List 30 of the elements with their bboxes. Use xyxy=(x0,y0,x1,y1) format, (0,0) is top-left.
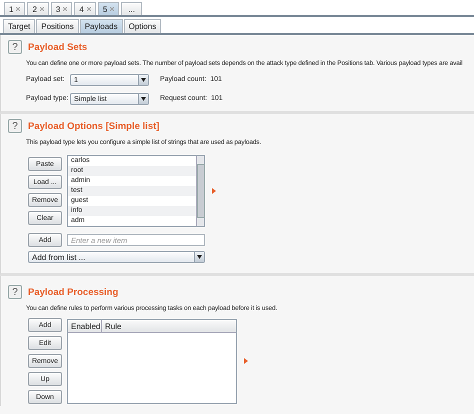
help-button[interactable]: ? xyxy=(8,40,22,54)
attack-tab[interactable]: ... xyxy=(121,2,142,15)
tab[interactable]: Positions xyxy=(36,19,79,33)
attack-tab[interactable]: 3 xyxy=(50,2,72,15)
close-icon[interactable] xyxy=(110,7,114,11)
dropdown-arrow-icon xyxy=(138,74,148,84)
help-button[interactable]: ? xyxy=(8,285,22,299)
section-title: Payload Processing xyxy=(28,286,118,298)
tab[interactable]: Target xyxy=(3,19,36,33)
expand-arrow-icon[interactable] xyxy=(212,188,216,194)
scrollbar[interactable] xyxy=(196,156,204,226)
close-icon[interactable] xyxy=(86,7,91,11)
attack-tab[interactable]: 4 xyxy=(74,2,96,15)
tab[interactable]: Payloads xyxy=(80,19,123,33)
attack-tab[interactable]: 2 xyxy=(27,2,49,15)
close-icon[interactable] xyxy=(40,7,44,11)
close-icon[interactable] xyxy=(63,7,68,11)
section-title: Payload Sets xyxy=(28,42,88,52)
column-header[interactable]: Rule xyxy=(102,320,124,332)
attack-tab[interactable]: 1 xyxy=(4,2,26,15)
close-icon[interactable] xyxy=(16,7,20,11)
dropdown-arrow-icon xyxy=(138,94,148,104)
column-header[interactable]: Enabled xyxy=(68,320,102,332)
section-title: Payload Options [Simple list] xyxy=(28,120,160,132)
expand-arrow-icon[interactable] xyxy=(244,358,248,364)
attack-tab[interactable]: 5 xyxy=(98,2,120,15)
dropdown-arrow-icon xyxy=(194,252,204,262)
add-from-list-dropdown[interactable]: Add from list ... xyxy=(28,251,205,263)
tab[interactable]: Options xyxy=(124,19,162,33)
help-button[interactable]: ? xyxy=(8,119,22,133)
